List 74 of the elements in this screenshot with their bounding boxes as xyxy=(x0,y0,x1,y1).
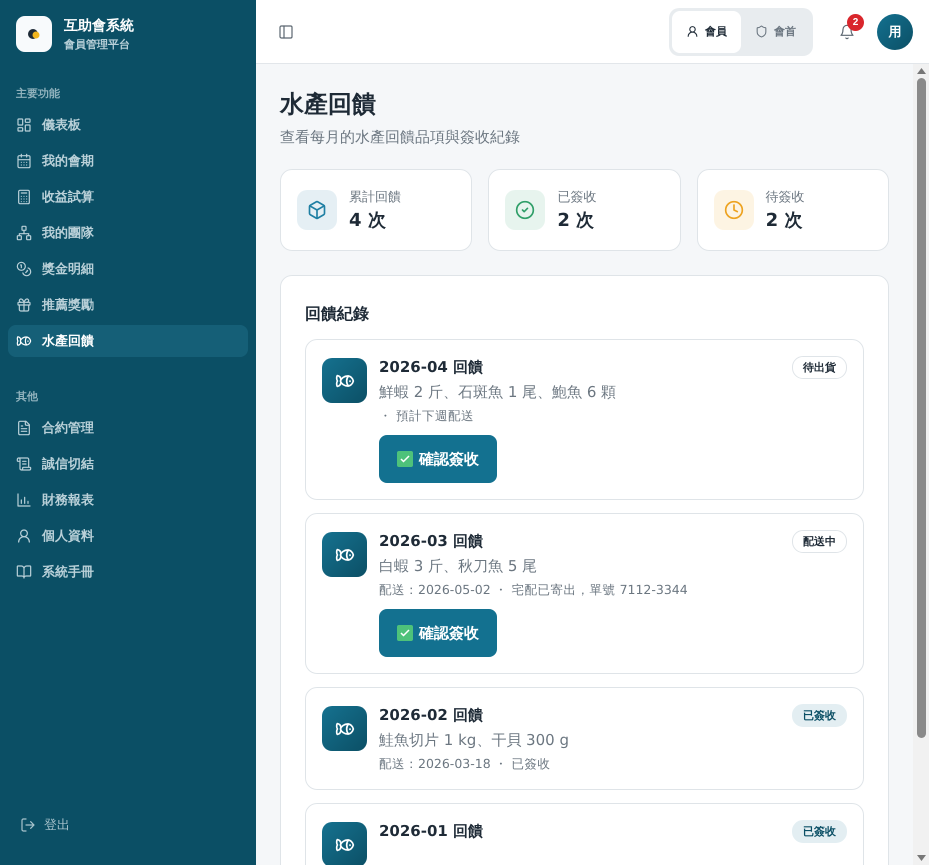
gift-icon xyxy=(16,297,32,313)
record-title: 2026-01 回饋 xyxy=(379,822,484,841)
document-icon xyxy=(16,420,32,436)
clock-icon xyxy=(724,200,744,220)
calculator-icon xyxy=(16,189,32,205)
sidebar-item[interactable]: 水產回饋 xyxy=(8,325,248,357)
page-title: 水產回饋 xyxy=(280,89,377,120)
sidebar-item[interactable]: 系統手冊 xyxy=(8,556,248,588)
sidebar-item[interactable]: 收益試算 xyxy=(8,181,248,213)
confirm-button[interactable]: 確認簽收 xyxy=(379,435,497,483)
logo-icon xyxy=(16,16,52,52)
checkbox-icon xyxy=(397,451,413,467)
sidebar-item[interactable]: 獎金明細 xyxy=(8,253,248,285)
app-subtitle: 會員管理平台 xyxy=(64,36,131,52)
sidebar-item[interactable]: 推薦獎勵 xyxy=(8,289,248,321)
role-tab[interactable]: 會首 xyxy=(741,10,810,52)
grid-icon xyxy=(16,117,32,133)
logout-icon xyxy=(20,817,36,833)
box-icon xyxy=(307,200,327,220)
page-subtitle: 查看每月的水產回饋品項與簽收紀錄 xyxy=(280,128,521,147)
sidebar-toggle-icon[interactable] xyxy=(278,24,294,40)
scroll-icon xyxy=(16,456,32,472)
section-label: 其他 xyxy=(15,389,39,404)
stat-value: 2 次 xyxy=(557,209,596,232)
user-avatar[interactable]: 用 xyxy=(877,14,913,50)
network-icon xyxy=(16,225,32,241)
record-detail: 配送：2026-05-02 ・ 宅配已寄出，單號 7112-3344 xyxy=(379,582,688,599)
calendar-icon xyxy=(16,153,32,169)
scrollbar[interactable] xyxy=(913,64,929,865)
sidebar-item[interactable]: 個人資料 xyxy=(8,520,248,552)
stat-label: 待簽收 xyxy=(766,189,805,206)
app-title: 互助會系統 xyxy=(64,16,134,34)
status-badge: 已簽收 xyxy=(792,820,847,843)
record-title: 2026-02 回饋 xyxy=(379,706,484,725)
sidebar-item[interactable]: 合約管理 xyxy=(8,412,248,444)
status-badge: 已簽收 xyxy=(792,704,847,727)
scroll-down-arrow-icon[interactable] xyxy=(916,855,926,861)
record-items: 鮮蝦 2 斤、石斑魚 1 尾、鮑魚 6 顆 xyxy=(379,383,616,402)
confirm-button[interactable]: 確認簽收 xyxy=(379,609,497,657)
section-label: 主要功能 xyxy=(15,86,61,101)
sidebar-item[interactable]: 我的團隊 xyxy=(8,217,248,249)
book-icon xyxy=(16,564,32,580)
check-circle-icon xyxy=(515,200,536,220)
sidebar-item[interactable]: 財務報表 xyxy=(8,484,248,516)
bell-icon xyxy=(839,24,855,40)
fish-icon xyxy=(16,333,32,349)
panel-title: 回饋紀錄 xyxy=(305,304,370,325)
user-icon xyxy=(16,528,32,544)
sidebar-item[interactable]: 儀表板 xyxy=(8,109,248,141)
record-detail: 配送：2026-03-18 ・ 已簽收 xyxy=(379,756,551,773)
stat-value: 2 次 xyxy=(766,209,804,232)
role-tab[interactable]: 會員 xyxy=(672,10,741,52)
shield-icon xyxy=(755,25,768,38)
record-title: 2026-04 回饋 xyxy=(379,358,484,377)
coins-icon xyxy=(16,261,32,277)
record-items: 鮭魚切片 1 kg、干貝 300 g xyxy=(379,731,569,750)
stat-label: 已簽收 xyxy=(557,189,596,206)
scrollbar-thumb[interactable] xyxy=(916,78,926,738)
stat-label: 累計回饋 xyxy=(349,189,401,206)
record-detail: ・ 預計下週配送 xyxy=(379,408,474,425)
record-title: 2026-03 回饋 xyxy=(379,532,484,551)
checkbox-icon xyxy=(397,625,413,641)
scroll-up-arrow-icon[interactable] xyxy=(916,68,926,74)
logout-button[interactable]: 登出 xyxy=(8,809,82,841)
bar-chart-icon xyxy=(16,492,32,508)
status-badge: 待出貨 xyxy=(792,356,847,379)
notification-button[interactable]: 2 xyxy=(839,14,865,40)
sidebar-item[interactable]: 我的會期 xyxy=(8,145,248,177)
status-badge: 配送中 xyxy=(792,530,847,553)
notification-badge: 2 xyxy=(847,14,864,30)
record-items: 白蝦 3 斤、秋刀魚 5 尾 xyxy=(379,557,538,576)
sidebar-item[interactable]: 誠信切結 xyxy=(8,448,248,480)
user-icon xyxy=(686,25,699,38)
stat-value: 4 次 xyxy=(349,209,387,232)
